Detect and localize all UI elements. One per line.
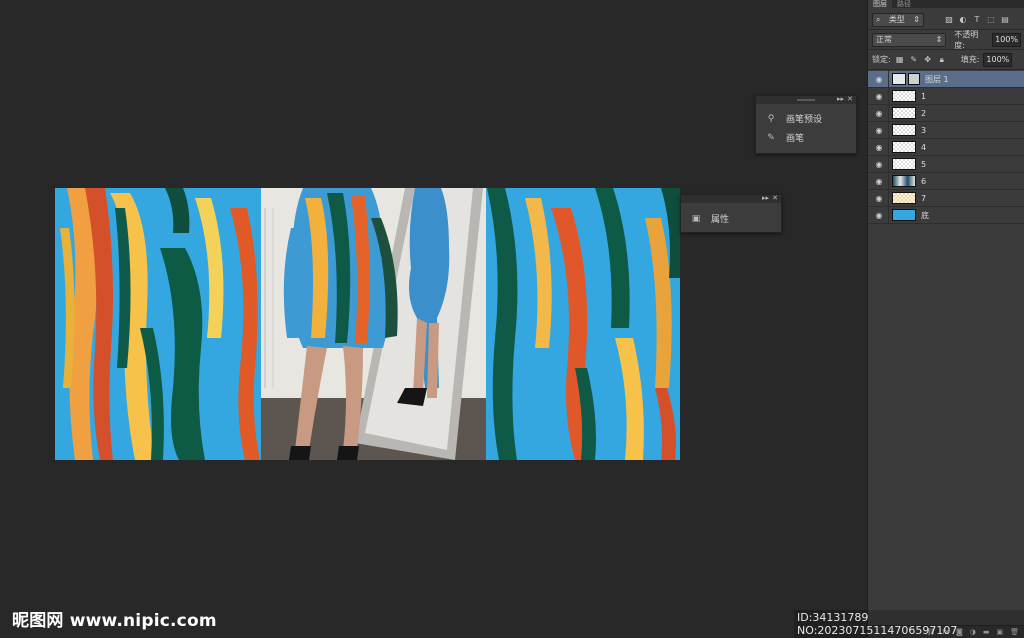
layer-name: 1: [921, 91, 927, 101]
collapse-icon[interactable]: ▸▸: [762, 194, 769, 203]
tab-paths[interactable]: 路径: [892, 0, 916, 8]
brush-presets-icon: ⚲: [767, 113, 775, 124]
properties-icon: ▣: [691, 213, 701, 224]
visibility-eye-icon[interactable]: ◉: [872, 194, 886, 203]
properties-label: 属性: [711, 215, 730, 225]
layer-thumbnail: [892, 141, 916, 153]
brush-item[interactable]: ✎ 画笔: [756, 128, 856, 147]
layer-name: 3: [921, 125, 927, 135]
shape-filter-icon[interactable]: ⬚: [986, 15, 996, 25]
layer-row[interactable]: ◉ 4: [868, 139, 1024, 156]
brush-floating-panel[interactable]: ▸▸ ✕ ⚲ 画笔预设 ✎ 画笔: [755, 95, 857, 154]
visibility-eye-icon[interactable]: ◉: [872, 160, 886, 169]
site-watermark: 昵图网 www.nipic.com: [12, 611, 217, 631]
lock-position-icon[interactable]: ✥: [923, 55, 933, 65]
layer-thumbnail: [892, 73, 906, 85]
layers-panel[interactable]: 图层 路径 ⌕ 类型 ⇕ ▨ ◐ T ⬚ ▤ 正常 ⇕ 不透明度: 100% 锁…: [867, 0, 1024, 638]
layer-thumbnail: [892, 192, 916, 204]
close-icon[interactable]: ✕: [847, 95, 853, 104]
layer-thumbnail: [892, 175, 916, 187]
right-pattern: [486, 188, 680, 460]
brush-icon: ✎: [767, 132, 775, 143]
layer-row[interactable]: ◉ 底: [868, 207, 1024, 224]
layer-row[interactable]: ◉ 3: [868, 122, 1024, 139]
visibility-eye-icon[interactable]: ◉: [872, 92, 886, 101]
brush-presets-item[interactable]: ⚲ 画笔预设: [756, 109, 856, 128]
visibility-eye-icon[interactable]: ◉: [872, 177, 886, 186]
canvas-artwork: [55, 188, 680, 460]
panel-tabs: 图层 路径: [868, 0, 1024, 8]
document-canvas[interactable]: [55, 188, 680, 460]
layer-name: 图层 1: [925, 74, 949, 84]
visibility-eye-icon[interactable]: ◉: [872, 211, 886, 220]
properties-item[interactable]: ▣ 属性: [681, 209, 781, 228]
opacity-input[interactable]: 100%: [992, 32, 1021, 47]
image-filter-icon[interactable]: ▨: [944, 15, 954, 25]
layer-name: 底: [921, 210, 929, 220]
layer-name: 4: [921, 142, 927, 152]
adjustment-filter-icon[interactable]: ◐: [958, 15, 968, 25]
collapse-icon[interactable]: ▸▸: [837, 95, 844, 104]
visibility-eye-icon[interactable]: ◉: [872, 126, 886, 135]
layer-thumbnail: [892, 107, 916, 119]
smart-object-filter-icon[interactable]: ▤: [1000, 15, 1010, 25]
type-filter-icon[interactable]: T: [972, 15, 982, 25]
fill-input[interactable]: 100%: [983, 52, 1013, 67]
lock-all-icon[interactable]: 🔒︎: [937, 55, 947, 65]
layer-row[interactable]: ◉ 5: [868, 156, 1024, 173]
panel-titlebar[interactable]: ▸▸ ✕: [756, 95, 856, 104]
opacity-label: 不透明度:: [954, 29, 979, 50]
chevron-updown-icon: ⇕: [913, 14, 920, 24]
layer-thumbnail: [892, 90, 916, 102]
layer-row[interactable]: ◉ 6: [868, 173, 1024, 190]
layer-name: 6: [921, 176, 927, 186]
layer-thumbnail: [892, 124, 916, 136]
layer-mask-thumbnail: [908, 73, 920, 85]
brush-label: 画笔: [786, 134, 805, 144]
fill-label: 填充:: [960, 55, 980, 64]
blend-mode-dropdown[interactable]: 正常 ⇕: [872, 32, 947, 47]
visibility-eye-icon[interactable]: ◉: [872, 143, 886, 152]
chevron-updown-icon: ⇕: [935, 34, 943, 44]
blend-mode-value: 正常: [876, 34, 892, 44]
close-icon[interactable]: ✕: [772, 194, 778, 203]
layer-name: 7: [921, 193, 927, 203]
layer-row[interactable]: ◉ 7: [868, 190, 1024, 207]
filter-kind-dropdown[interactable]: ⌕ 类型 ⇕: [872, 12, 924, 27]
tab-layers[interactable]: 图层: [868, 0, 892, 8]
filter-kind-value: 类型: [888, 14, 905, 24]
lock-label: 锁定:: [872, 55, 891, 64]
lock-pixels-icon[interactable]: ✎: [909, 55, 919, 65]
layer-row[interactable]: ◉ 图层 1: [868, 71, 1024, 88]
layer-name: 5: [921, 159, 927, 169]
brush-presets-label: 画笔预设: [786, 115, 823, 125]
lock-transparency-icon[interactable]: ▦: [895, 55, 905, 65]
image-id-text: ID:34131789 NO:20230715114706597107: [794, 610, 1024, 638]
layer-thumbnail: [892, 158, 916, 170]
panel-titlebar[interactable]: ▸▸ ✕: [681, 194, 781, 203]
visibility-eye-icon[interactable]: ◉: [872, 75, 886, 84]
layer-thumbnail: [892, 209, 916, 221]
layer-name: 2: [921, 108, 927, 118]
photo-region: [261, 188, 486, 460]
search-icon: ⌕: [876, 14, 881, 24]
layer-list: ◉ 图层 1 ◉ 1 ◉ 2 ◉ 3 ◉ 4 ◉ 5 ◉ 6 ◉ 7 ◉ 底: [868, 71, 1024, 224]
layer-row[interactable]: ◉ 1: [868, 88, 1024, 105]
visibility-eye-icon[interactable]: ◉: [872, 109, 886, 118]
properties-floating-panel[interactable]: ▸▸ ✕ ▣ 属性: [680, 194, 782, 233]
layer-row[interactable]: ◉ 2: [868, 105, 1024, 122]
